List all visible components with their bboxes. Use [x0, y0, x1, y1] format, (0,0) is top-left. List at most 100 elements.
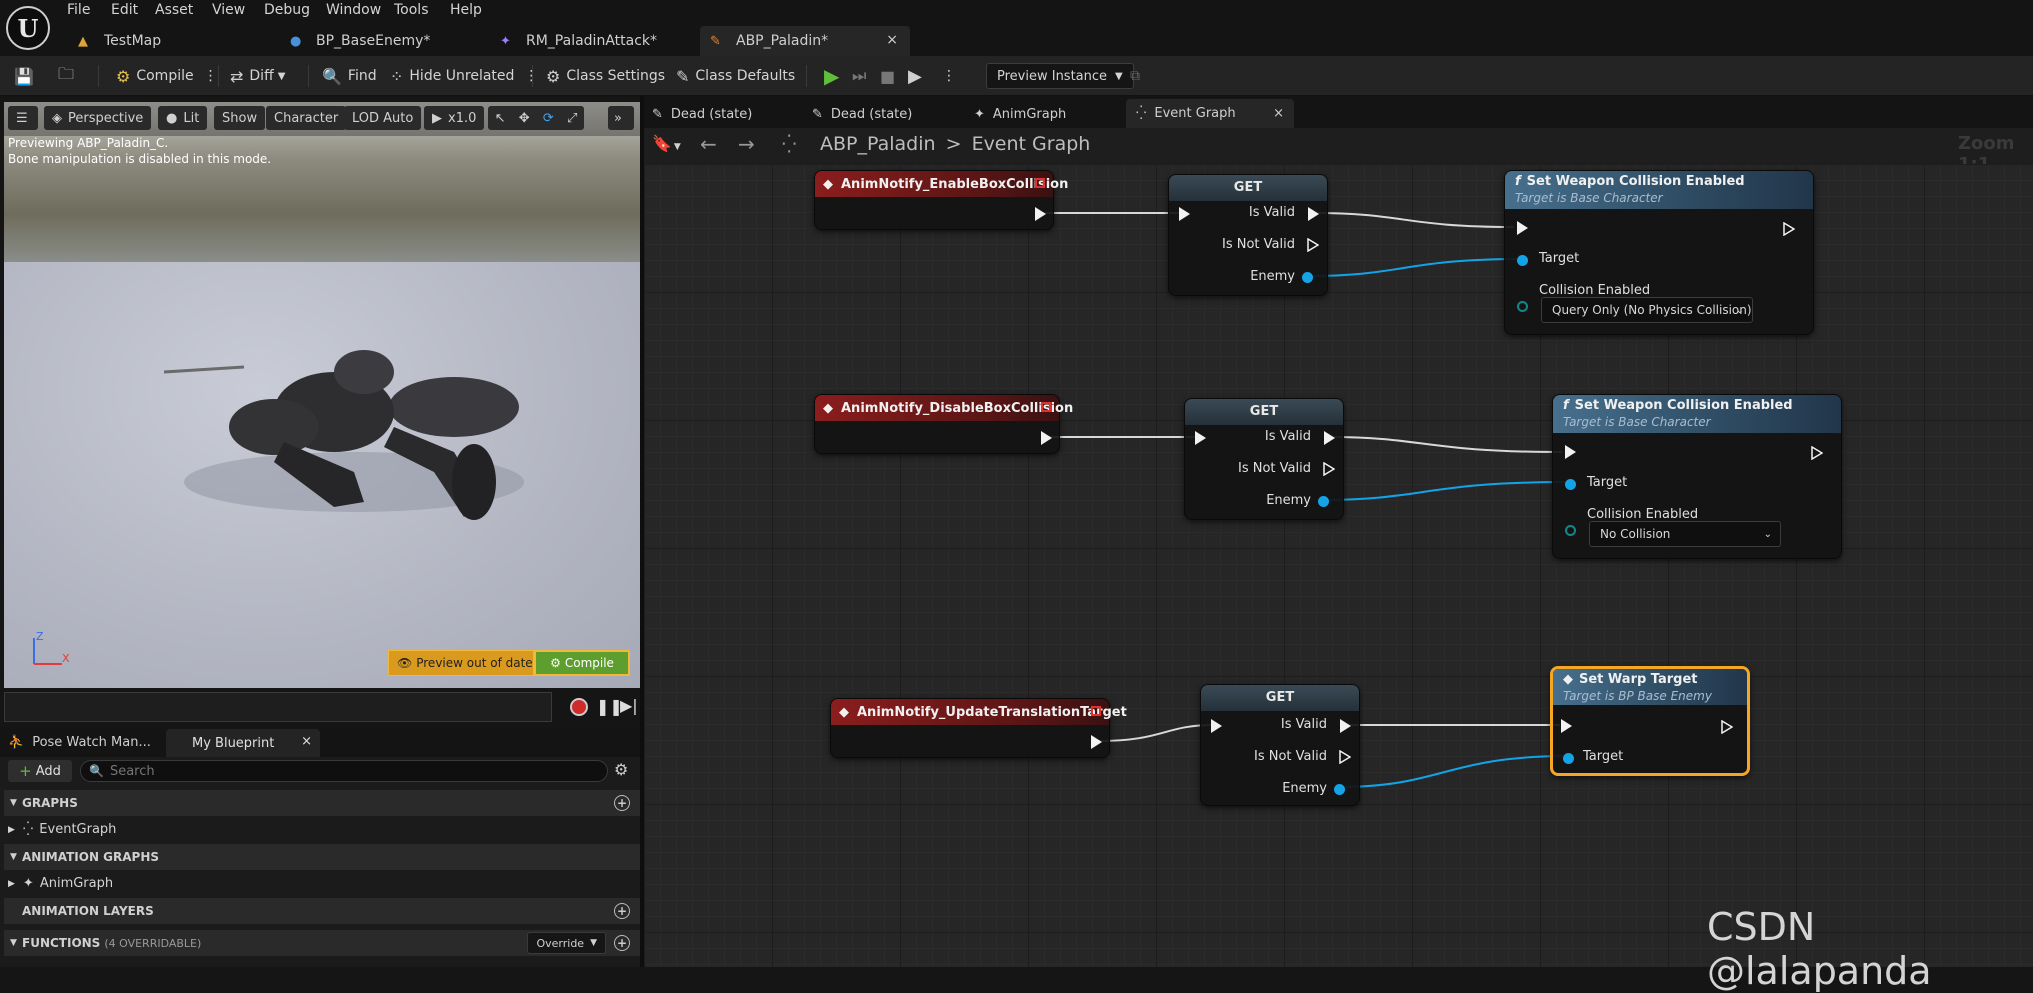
character-button[interactable]: Character: [266, 106, 347, 130]
search-box[interactable]: 🔍: [80, 760, 608, 782]
menu-asset[interactable]: Asset: [155, 2, 193, 18]
back-button[interactable]: ←: [700, 132, 717, 156]
get-validated-node-1[interactable]: GET Is Valid Is Not Valid Enemy: [1168, 174, 1328, 296]
exec-output-pin-is-not-valid[interactable]: [1323, 462, 1335, 476]
forward-button[interactable]: →: [738, 132, 755, 156]
close-tab-icon[interactable]: ×: [1273, 106, 1284, 121]
move-icon[interactable]: ✥: [519, 111, 530, 126]
exec-output-pin-is-valid[interactable]: [1340, 719, 1351, 733]
exec-output-pin-is-not-valid[interactable]: [1339, 750, 1351, 764]
anim-notify-update-translation-target-node[interactable]: ◆ AnimNotify_UpdateTranslationTarget: [830, 698, 1127, 758]
tab-dead-state-1[interactable]: ✎ Dead (state): [652, 101, 752, 127]
timeline-scrubber[interactable]: [4, 692, 552, 722]
target-input-pin[interactable]: [1517, 255, 1528, 266]
menu-tools[interactable]: Tools: [394, 2, 429, 18]
hide-unrelated-button[interactable]: ⁘ Hide Unrelated ⋮: [390, 56, 538, 96]
play-options-button[interactable]: ⋮: [942, 56, 956, 96]
diff-button[interactable]: ⇄ Diff ▼: [230, 56, 285, 96]
enemy-output-pin[interactable]: [1334, 784, 1345, 795]
more-options-icon[interactable]: ⋮: [204, 68, 218, 84]
add-layer-icon[interactable]: +: [614, 903, 630, 919]
section-animation-layers[interactable]: ANIMATION LAYERS +: [4, 898, 640, 924]
viewport-compile-button[interactable]: ⚙ Compile: [534, 650, 630, 676]
target-input-pin[interactable]: [1563, 753, 1574, 764]
bookmark-button[interactable]: 🔖 ▼: [652, 134, 681, 153]
preview-viewport[interactable]: ☰ ◈ Perspective ● Lit Show Character LOD A…: [4, 102, 640, 688]
expand-toolbar-button[interactable]: »: [608, 106, 634, 130]
exec-input-pin[interactable]: [1517, 221, 1528, 235]
menu-file[interactable]: File: [67, 2, 90, 18]
tab-animgraph[interactable]: ✦ AnimGraph: [974, 101, 1066, 127]
event-delegate-pin-icon[interactable]: [1091, 706, 1101, 716]
tab-pose-watch[interactable]: ⛹ Pose Watch Man...: [8, 735, 151, 750]
override-dropdown[interactable]: Override ▼: [527, 932, 606, 954]
viewport-menu-button[interactable]: ☰: [8, 106, 38, 130]
tab-abp-paladin[interactable]: ✎ ABP_Paladin* ×: [700, 26, 910, 56]
tab-rm-paladinattack[interactable]: ✦ RM_PaladinAttack*: [490, 26, 690, 56]
get-validated-node-2[interactable]: GET Is Valid Is Not Valid Enemy: [1184, 398, 1344, 520]
exec-input-pin[interactable]: [1561, 719, 1572, 733]
step-button[interactable]: ⏭: [852, 56, 866, 96]
search-input[interactable]: [109, 763, 590, 779]
rotate-icon[interactable]: ⟳: [543, 111, 554, 126]
compile-button[interactable]: ⚙ Compile ⋮: [116, 56, 218, 96]
menu-window[interactable]: Window: [326, 2, 381, 18]
set-weapon-collision-enabled-node-2[interactable]: f Set Weapon Collision Enabled Target is …: [1552, 394, 1842, 559]
graph-item-eventgraph[interactable]: ▶ ⁛ EventGraph: [8, 822, 116, 837]
save-button[interactable]: 💾: [14, 56, 40, 96]
exec-output-pin[interactable]: [1091, 735, 1102, 749]
exec-output-pin[interactable]: [1721, 720, 1733, 734]
scale-icon[interactable]: ⤢: [567, 111, 577, 126]
exec-input-pin[interactable]: [1565, 445, 1576, 459]
class-settings-button[interactable]: ⚙ Class Settings: [546, 56, 665, 96]
section-animation-graphs[interactable]: ▼ ANIMATION GRAPHS: [4, 844, 640, 870]
debug-filter-button[interactable]: ⧉: [1130, 56, 1140, 96]
pause-button[interactable]: ❚❚: [596, 697, 623, 716]
exec-output-pin[interactable]: [1783, 222, 1795, 236]
exec-output-pin-is-valid[interactable]: [1308, 207, 1319, 221]
select-icon[interactable]: ↖: [495, 111, 506, 126]
tab-my-blueprint[interactable]: My Blueprint ×: [166, 729, 320, 757]
exec-input-pin[interactable]: [1195, 431, 1206, 445]
settings-gear-button[interactable]: ⚙: [614, 760, 628, 779]
exec-output-pin[interactable]: [1041, 431, 1052, 445]
add-graph-icon[interactable]: +: [614, 795, 630, 811]
lod-button[interactable]: LOD Auto: [344, 106, 422, 130]
unreal-logo-icon[interactable]: U: [6, 6, 50, 50]
menu-debug[interactable]: Debug: [264, 2, 310, 18]
section-functions[interactable]: ▼ FUNCTIONS (4 OVERRIDABLE) Override ▼ +: [4, 930, 640, 956]
event-graph-canvas[interactable]: ◆ AnimNotify_EnableBoxCollision GET Is V…: [644, 164, 2033, 967]
stop-button[interactable]: ■: [880, 56, 895, 96]
collision-enabled-dropdown[interactable]: No Collision ⌄: [1589, 521, 1781, 547]
enemy-output-pin[interactable]: [1318, 496, 1329, 507]
find-button[interactable]: 🔍 Find: [322, 56, 377, 96]
get-validated-node-3[interactable]: GET Is Valid Is Not Valid Enemy: [1200, 684, 1360, 806]
menu-view[interactable]: View: [212, 2, 245, 18]
play-button[interactable]: ▶: [824, 56, 839, 96]
simulate-button[interactable]: ▶: [908, 56, 922, 96]
class-defaults-button[interactable]: ✎ Class Defaults: [676, 56, 795, 96]
collision-enum-pin[interactable]: [1517, 301, 1528, 312]
tab-bp-baseenemy[interactable]: ● BP_BaseEnemy*: [280, 26, 480, 56]
anim-notify-disable-box-collision-node[interactable]: ◆ AnimNotify_DisableBoxCollision: [814, 394, 1073, 454]
graph-item-animgraph[interactable]: ▶ ✦ AnimGraph: [8, 876, 113, 891]
event-delegate-pin-icon[interactable]: [1041, 402, 1051, 412]
tab-testmap[interactable]: ▲ TestMap: [68, 26, 268, 56]
exec-output-pin[interactable]: [1035, 207, 1046, 221]
section-graphs[interactable]: ▼ GRAPHS +: [4, 790, 640, 816]
record-button[interactable]: [570, 698, 588, 716]
add-button[interactable]: + Add: [8, 760, 72, 782]
set-weapon-collision-enabled-node-1[interactable]: f Set Weapon Collision Enabled Target is …: [1504, 170, 1814, 335]
breadcrumb-root[interactable]: ABP_Paladin: [820, 133, 936, 155]
close-tab-icon[interactable]: ×: [886, 32, 898, 48]
exec-output-pin[interactable]: [1811, 446, 1823, 460]
add-function-icon[interactable]: +: [614, 935, 630, 951]
enemy-output-pin[interactable]: [1302, 272, 1313, 283]
target-input-pin[interactable]: [1565, 479, 1576, 490]
collision-enabled-dropdown[interactable]: Query Only (No Physics Collision) ⌄: [1541, 297, 1753, 323]
step-forward-button[interactable]: ▶|: [620, 696, 638, 715]
collision-enum-pin[interactable]: [1565, 525, 1576, 536]
menu-help[interactable]: Help: [450, 2, 482, 18]
tab-event-graph[interactable]: ⁛ Event Graph ×: [1126, 99, 1294, 128]
playback-speed-button[interactable]: ▶ x1.0: [424, 106, 485, 130]
